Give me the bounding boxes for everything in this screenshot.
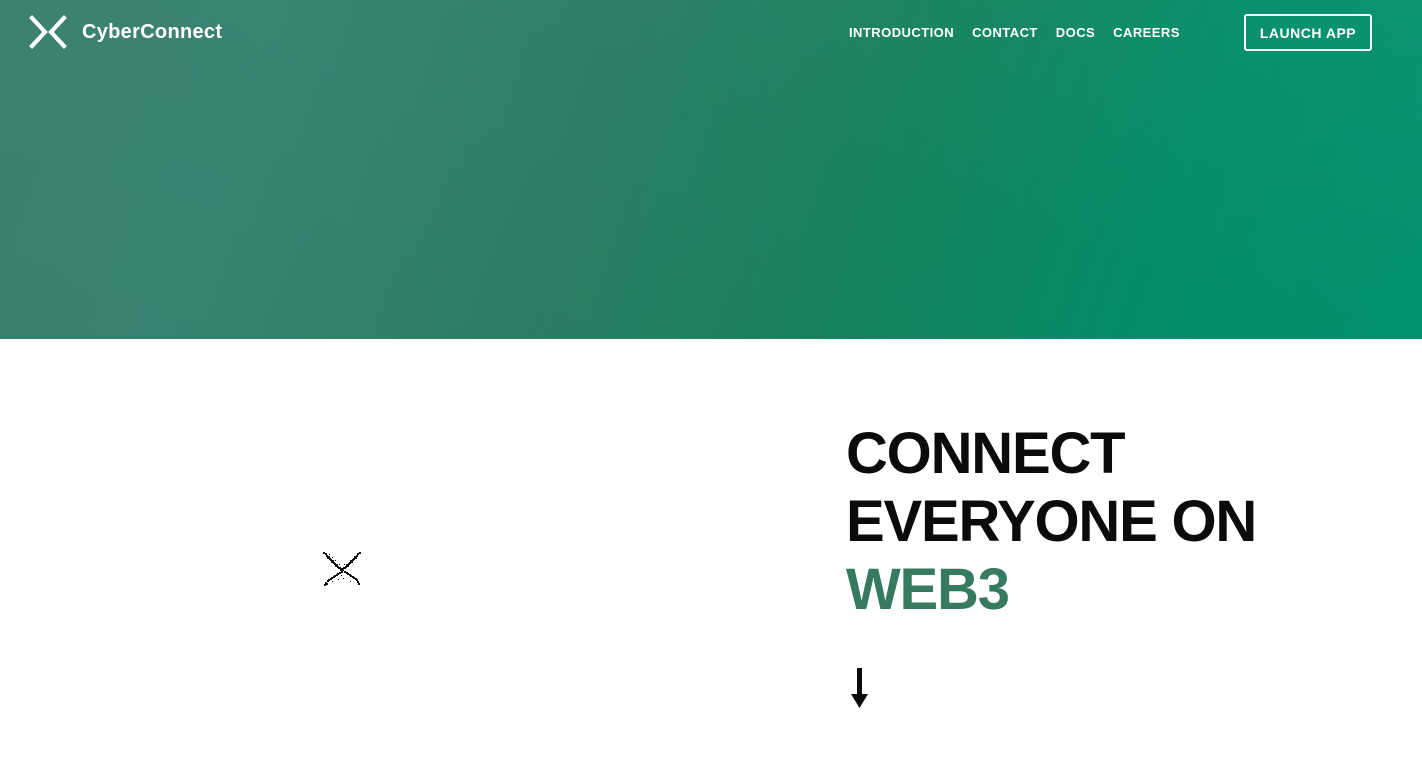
nav-item-contact[interactable]: CONTACT [972, 24, 1038, 42]
nav-item-careers[interactable]: CAREERS [1113, 24, 1180, 42]
headline-line-2: EVERYONE ON [846, 489, 1257, 554]
brand-name-text: CyberConnect [82, 21, 223, 43]
arrow-down-icon[interactable] [847, 668, 873, 712]
launch-app-button[interactable]: LAUNCH APP [1244, 14, 1372, 51]
nav-link-careers[interactable]: CAREERS [1113, 25, 1180, 40]
page-root: CyberConnect INTRODUCTION CONTACT DOCS C… [0, 0, 1422, 776]
cyberconnect-x-sprite-icon [320, 548, 364, 592]
cyberconnect-chevron-x-logo-icon [28, 14, 68, 50]
top-navigation-bar: CyberConnect INTRODUCTION CONTACT DOCS C… [0, 0, 1422, 66]
hero-headline-block: CONNECT EVERYONE ON WEB3 [846, 420, 1366, 624]
nav-link-contact[interactable]: CONTACT [972, 25, 1038, 40]
nav-links-list: INTRODUCTION CONTACT DOCS CAREERS [849, 24, 1180, 42]
nav-link-introduction[interactable]: INTRODUCTION [849, 25, 954, 40]
nav-item-introduction[interactable]: INTRODUCTION [849, 24, 954, 42]
brand-logo-link[interactable]: CyberConnect [28, 14, 222, 50]
nav-link-docs[interactable]: DOCS [1056, 25, 1095, 40]
headline-line-3-accent: WEB3 [846, 557, 1010, 622]
headline-line-1: CONNECT [846, 421, 1126, 486]
nav-item-docs[interactable]: DOCS [1056, 24, 1095, 42]
